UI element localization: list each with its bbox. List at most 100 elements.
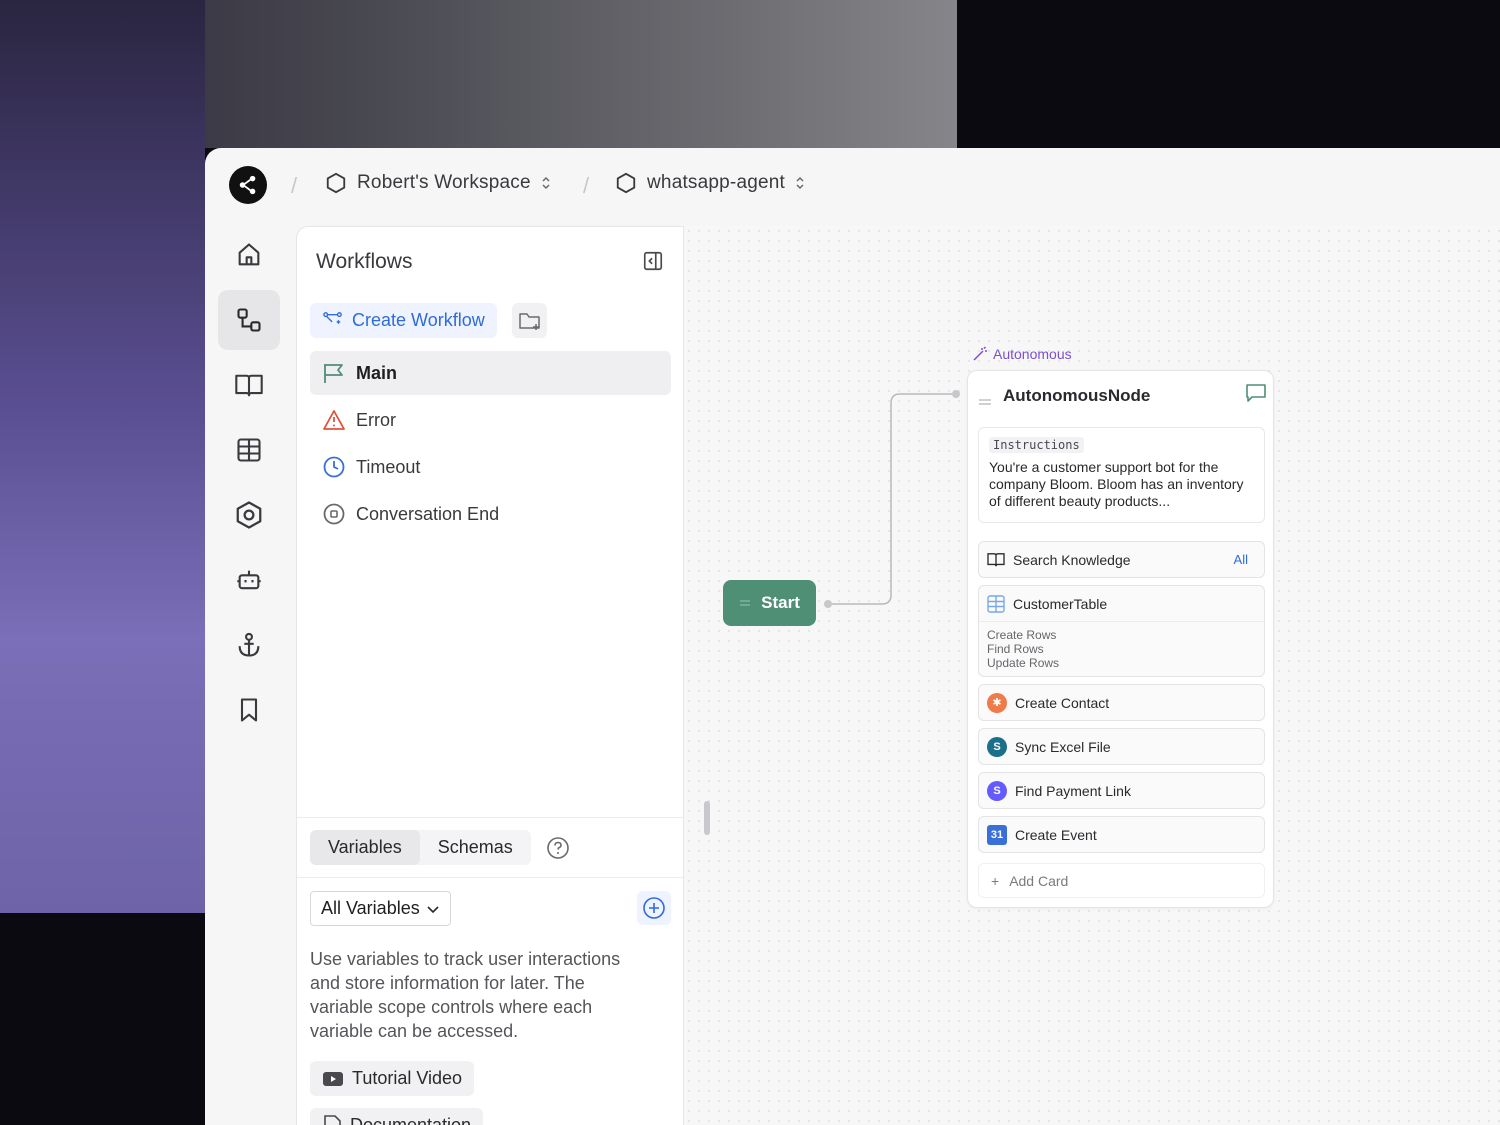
background-left [0,0,205,913]
chevron-updown-icon [796,176,804,190]
project-name: whatsapp-agent [647,172,786,193]
node-type-text: Autonomous [993,346,1072,362]
rail-settings[interactable] [218,485,280,545]
workflow-label: Error [356,409,396,430]
hexagon-settings-icon [236,501,262,529]
card-create-contact[interactable]: ✱ Create Contact [978,684,1265,721]
start-node[interactable]: Start [723,580,816,626]
help-button[interactable] [546,836,570,865]
card-sync-excel-file[interactable]: S Sync Excel File [978,728,1265,765]
rail-agent[interactable] [218,550,280,610]
workflow-label: Main [356,362,398,383]
instructions-text: You're a customer support bot for the co… [989,459,1244,509]
table-icon [237,438,261,462]
workflows-icon [237,308,261,332]
hexagon-icon [326,172,346,194]
anchor-icon [238,632,260,657]
calendar-icon: 31 [987,824,1007,845]
node-type-label: Autonomous [972,346,1072,362]
variables-filter-value: All Variables [321,898,420,918]
card-customer-table[interactable]: CustomerTable Create Rows Find Rows Upda… [978,585,1265,677]
variables-tabs: Variables Schemas [310,830,531,865]
card-label: Sync Excel File [1015,738,1111,755]
workflow-canvas[interactable]: Start Autonomous AutonomousNode Instruct… [684,226,1500,1125]
documentation-label: Documentation [350,1115,472,1125]
collapse-panel-button[interactable] [642,250,664,277]
instructions-box[interactable]: Instructions You're a customer support b… [978,427,1265,523]
node-title: AutonomousNode [1003,386,1151,405]
card-action: Find Rows [987,642,1044,656]
project-switcher[interactable]: whatsapp-agent [615,172,805,194]
rail-bookmarks[interactable] [218,680,280,740]
node-chat-button[interactable] [1245,383,1267,408]
create-workflow-label: Create Workflow [352,310,485,330]
rail-integrations[interactable] [218,615,280,675]
new-folder-button[interactable] [512,303,547,338]
autonomous-node[interactable]: AutonomousNode Instructions You're a cus… [967,370,1274,908]
create-workflow-button[interactable]: Create Workflow [310,303,497,338]
add-variable-button[interactable] [637,891,671,925]
card-search-knowledge[interactable]: Search Knowledge All [978,541,1265,578]
add-card-button[interactable]: + Add Card [978,863,1265,898]
divider [297,877,683,878]
card-action: Create Rows [987,628,1057,642]
card-find-payment-link[interactable]: S Find Payment Link [978,772,1265,809]
card-create-event[interactable]: 31 Create Event [978,816,1265,853]
flag-icon [324,364,343,383]
card-action: Update Rows [987,656,1060,670]
divider [297,817,683,818]
bot-icon [237,570,261,590]
chevron-updown-icon [542,176,550,190]
rail-knowledge[interactable] [218,355,280,415]
rail-tables[interactable] [218,420,280,480]
workflow-label: Conversation End [356,503,500,524]
magic-wand-icon [973,346,987,361]
tutorial-video-label: Tutorial Video [352,1068,463,1088]
book-icon [987,552,1005,566]
video-icon [323,1071,343,1086]
card-scope-badge[interactable]: All [1234,552,1248,567]
document-icon [324,1114,341,1125]
variables-filter-select[interactable]: All Variables [310,891,451,926]
tab-schemas[interactable]: Schemas [420,830,531,865]
bookmark-icon [240,698,258,722]
card-label: Create Contact [1015,694,1110,711]
app-window: / Robert's Workspace / whatsapp-agent Wo… [205,148,1500,1125]
tutorial-video-button[interactable]: Tutorial Video [310,1061,475,1096]
workflows-panel: Workflows Create Workflow Main Error Tim… [296,226,684,1125]
workspace-name: Robert's Workspace [357,172,531,193]
card-label: Search Knowledge [1013,551,1131,568]
card-label: Create Event [1015,826,1097,843]
home-icon [238,243,260,266]
start-label: Start [761,593,800,612]
tab-variables[interactable]: Variables [310,830,420,865]
breadcrumb-separator: / [583,173,590,198]
rail-workflows[interactable] [218,290,280,350]
plus-icon: + [991,872,1000,889]
card-label: CustomerTable [1013,595,1108,612]
book-open-icon [235,374,263,397]
panel-title: Workflows [316,250,413,273]
hubspot-icon: ✱ [987,692,1007,713]
drag-handle-icon [979,399,991,405]
workflow-item-timeout[interactable]: Timeout [310,445,671,489]
workflow-item-error[interactable]: Error [310,398,671,442]
workflow-add-icon [323,311,342,324]
app-logo-icon[interactable] [229,166,267,204]
hexagon-icon [616,172,636,194]
stop-icon [323,503,345,525]
clock-icon [323,456,345,478]
instructions-tag: Instructions [989,437,1084,453]
rail-home[interactable] [218,225,280,285]
table-icon [987,594,1005,613]
workflow-item-main[interactable]: Main [310,351,671,395]
node-drag-handle[interactable] [978,393,992,411]
top-bar: / Robert's Workspace / whatsapp-agent [205,148,1500,226]
workflow-item-conversation-end[interactable]: Conversation End [310,492,671,536]
chat-bubble-icon [1246,384,1266,402]
sharepoint-icon: S [987,736,1007,757]
documentation-button[interactable]: Documentation [310,1108,484,1125]
workflow-label: Timeout [356,456,421,477]
panel-resize-handle[interactable] [704,801,710,835]
workspace-switcher[interactable]: Robert's Workspace [325,172,551,194]
